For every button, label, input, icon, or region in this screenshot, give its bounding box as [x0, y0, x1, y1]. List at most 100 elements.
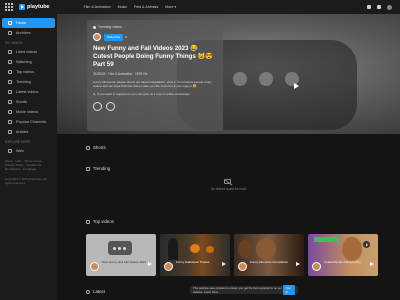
channel-avatar[interactable]: [164, 262, 173, 271]
shorts-icon: [86, 145, 90, 150]
sidebar-item-web[interactable]: Web: [2, 146, 55, 156]
sidebar-item-label: Archives: [16, 31, 31, 35]
trending-title: Trending: [93, 166, 111, 171]
sidebar-item-label: Shorts: [16, 100, 27, 104]
sidebar-item-liked[interactable]: Liked videos: [2, 47, 55, 57]
sidebar-item-shorts[interactable]: Shorts: [2, 97, 55, 107]
sidebar-item-label: Home: [16, 21, 27, 25]
sidebar-item-archives[interactable]: Archives: [2, 28, 55, 38]
star-icon: [86, 219, 90, 224]
sidebar-item-movies[interactable]: Movie videos: [2, 107, 55, 117]
channel-avatar[interactable]: [312, 262, 321, 271]
notification-icon[interactable]: [377, 5, 381, 9]
footer-links[interactable]: About · Help · Terms of use · Privacy Po…: [0, 156, 57, 175]
video-card[interactable]: Funny Halloween Pranks: [160, 234, 230, 276]
video-title[interactable]: Funny Moments Compilation: [250, 260, 300, 265]
sidebar-item-label: Movie videos: [16, 110, 39, 114]
pumpkin: [206, 246, 214, 253]
subscribe-button[interactable]: Subscribe: [104, 33, 124, 41]
latest-heading: Latest: [86, 289, 105, 294]
cookie-text: This website uses cookies to ensure you …: [193, 286, 282, 294]
hero-dots: [233, 72, 299, 86]
thumbnail-figure: [168, 238, 178, 260]
video-title[interactable]: Funny Halloween Pranks: [176, 260, 226, 265]
video-card[interactable]: Funny Moments Compilation: [234, 234, 304, 276]
latest-icon: [86, 289, 90, 294]
sidebar-item-label: Articles: [16, 130, 29, 134]
copyright: Copyright © 2023 PlayTube. All rights re…: [5, 176, 47, 185]
sidebar-item-articles[interactable]: Articles: [2, 127, 55, 137]
next-arrow-icon[interactable]: [363, 241, 370, 248]
explore-title: EXPLORE MORE: [5, 140, 31, 144]
hero-title[interactable]: New Funny and Fail Videos 2023 😂 Cutest …: [93, 45, 217, 69]
fire-icon: [93, 25, 96, 29]
play-circle-icon[interactable]: [93, 101, 102, 111]
upload-icon[interactable]: [367, 5, 371, 9]
top-videos-heading: Top videos: [86, 219, 114, 224]
sidebar-item-latest[interactable]: Latest videos: [2, 87, 55, 97]
nav-film-animation[interactable]: Film & Animation: [84, 5, 111, 9]
play-icon[interactable]: [222, 262, 226, 266]
latest-icon: [8, 90, 12, 94]
hero-video[interactable]: Trending videos Subscribe 0 New Funny an…: [57, 14, 400, 134]
trending-label: Trending videos: [93, 25, 217, 29]
shorts-icon: [8, 100, 12, 104]
sidebar: Home Archives MY VIDEOS Liked videos Wat…: [0, 14, 57, 300]
hero-description: Funny Moments, please check our latest c…: [93, 80, 212, 89]
latest-title: Latest: [93, 289, 105, 294]
top-nav: Film & Animation Music Pets & Animals Mo…: [84, 5, 177, 9]
hero-meta: 31/08/23 · Film & Animation · 1978 Vie: [93, 72, 148, 76]
logo-text: playtube: [27, 4, 50, 10]
like-icon: [8, 50, 12, 54]
globe-icon: [8, 149, 12, 153]
main-content: Trending videos Subscribe 0 New Funny an…: [57, 14, 400, 300]
home-icon: [8, 21, 12, 25]
chat-bubble-icon: [108, 241, 132, 255]
user-avatar[interactable]: [387, 4, 392, 10]
film-icon: [8, 110, 12, 114]
watch-later-icon[interactable]: [106, 101, 115, 111]
nav-more[interactable]: More ▾: [165, 5, 176, 9]
play-icon[interactable]: [296, 262, 300, 266]
play-icon[interactable]: [294, 83, 299, 89]
play-icon[interactable]: [370, 262, 374, 266]
play-logo-icon: [19, 4, 25, 10]
top-videos-title: Top videos: [93, 219, 114, 224]
shorts-title: Shorts: [93, 145, 106, 150]
pumpkin: [190, 244, 200, 253]
sidebar-item-top-videos[interactable]: Top videos: [2, 67, 55, 77]
sidebar-item-trending[interactable]: Trending: [2, 77, 55, 87]
sidebar-item-label: Top videos: [16, 70, 35, 74]
hero-support-text: ► If you want to support us you can give…: [93, 91, 190, 96]
sidebar-item-watching[interactable]: Watching: [2, 57, 55, 67]
top-bar: playtube Film & Animation Music Pets & A…: [0, 0, 400, 14]
sidebar-item-home[interactable]: Home: [2, 18, 55, 28]
clock-icon: [8, 60, 12, 64]
sidebar-item-label: Popular Channels: [16, 120, 47, 124]
video-card[interactable]: New Funny and Fail Videos 2023: [86, 234, 156, 276]
video-title[interactable]: New Funny and Fail Videos 2023: [102, 260, 152, 265]
no-video-icon: [224, 179, 231, 184]
channel-avatar[interactable]: [93, 33, 101, 41]
sidebar-item-label: Trending: [16, 80, 31, 84]
nav-pets-animals[interactable]: Pets & Animals: [134, 5, 158, 9]
thumbnail-face: [238, 240, 252, 258]
sidebar-item-popular-channels[interactable]: Popular Channels: [2, 117, 55, 127]
apps-grid-icon[interactable]: [5, 3, 13, 11]
logo[interactable]: playtube: [19, 4, 50, 10]
hero-info-card: Trending videos Subscribe 0 New Funny an…: [87, 20, 223, 131]
video-title[interactable]: Cutest People Doing Funny: [324, 260, 374, 265]
channel-avatar[interactable]: [238, 262, 247, 271]
fire-icon: [8, 80, 12, 84]
accept-cookies-button[interactable]: Got It!: [282, 285, 295, 295]
empty-state-text: No videos found for now!: [211, 187, 247, 191]
trending-heading: Trending: [86, 166, 110, 171]
channel-avatar[interactable]: [90, 262, 99, 271]
hero-channel: Subscribe 0: [93, 33, 217, 41]
archive-icon: [8, 31, 12, 35]
play-icon[interactable]: [148, 262, 152, 266]
nav-music[interactable]: Music: [118, 5, 127, 9]
star-icon: [8, 70, 12, 74]
sidebar-item-label: Web: [16, 149, 24, 153]
sidebar-item-label: Latest videos: [16, 90, 39, 94]
